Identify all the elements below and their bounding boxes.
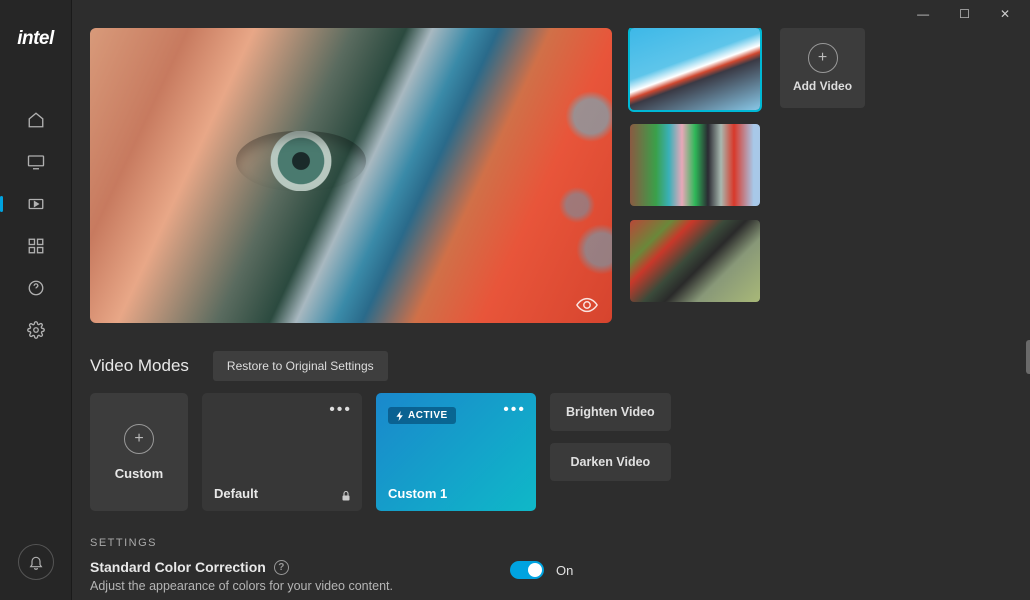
active-badge: ACTIVE: [388, 407, 456, 424]
lock-icon: [340, 489, 352, 503]
video-icon: [27, 195, 45, 213]
sidebar: intel: [0, 0, 72, 600]
main-area: — ☐ ✕ + Add Video Video Modes Rest: [72, 0, 1030, 600]
mode-custom-1[interactable]: ••• ACTIVE Custom 1: [376, 393, 536, 511]
nav-video[interactable]: [26, 194, 46, 214]
thumbnail-2[interactable]: [630, 124, 760, 206]
preview-graphic: [236, 131, 366, 191]
gear-icon: [27, 321, 45, 339]
window-maximize[interactable]: ☐: [959, 7, 970, 21]
restore-settings-button[interactable]: Restore to Original Settings: [213, 351, 388, 381]
mode-default-label: Default: [214, 486, 350, 501]
window-titlebar: — ☐ ✕: [72, 0, 1030, 28]
right-edge-handle[interactable]: [1026, 340, 1030, 374]
brighten-video-button[interactable]: Brighten Video: [550, 393, 671, 431]
notifications-button[interactable]: [18, 544, 54, 580]
nav-home[interactable]: [26, 110, 46, 130]
video-preview: [90, 28, 612, 323]
mode-custom-1-label: Custom 1: [388, 486, 524, 501]
mode-default[interactable]: ••• Default: [202, 393, 362, 511]
more-icon[interactable]: •••: [329, 401, 352, 419]
video-modes-title: Video Modes: [90, 356, 189, 376]
toggle-state-label: On: [556, 563, 573, 578]
intel-logo: intel: [17, 28, 54, 50]
color-correction-toggle[interactable]: [510, 561, 544, 579]
custom-mode-add[interactable]: + Custom: [90, 393, 188, 511]
darken-video-button[interactable]: Darken Video: [550, 443, 671, 481]
custom-mode-label: Custom: [115, 466, 163, 481]
add-video-button[interactable]: + Add Video: [780, 28, 865, 108]
plus-icon: +: [808, 43, 838, 73]
help-icon[interactable]: ?: [274, 560, 289, 575]
color-correction-title: Standard Color Correction ?: [90, 559, 470, 575]
color-correction-desc: Adjust the appearance of colors for your…: [90, 579, 470, 593]
nav-display[interactable]: [26, 152, 46, 172]
home-icon: [27, 111, 45, 129]
settings-heading: SETTINGS: [90, 537, 1012, 549]
monitor-icon: [27, 153, 45, 171]
window-minimize[interactable]: —: [917, 7, 929, 21]
thumbnail-1[interactable]: [630, 28, 760, 110]
grid-icon: [27, 237, 45, 255]
eye-icon[interactable]: [576, 297, 598, 313]
toggle-knob: [528, 563, 542, 577]
thumbnail-3[interactable]: [630, 220, 760, 302]
bolt-icon: [396, 411, 404, 421]
window-close[interactable]: ✕: [1000, 7, 1010, 21]
nav-list: [26, 110, 46, 340]
thumbnail-column: [630, 28, 760, 323]
help-icon: [27, 279, 45, 297]
nav-apps[interactable]: [26, 236, 46, 256]
nav-help[interactable]: [26, 278, 46, 298]
nav-settings[interactable]: [26, 320, 46, 340]
add-video-label: Add Video: [793, 79, 852, 93]
bell-icon: [28, 554, 44, 570]
plus-icon: +: [124, 424, 154, 454]
more-icon[interactable]: •••: [503, 401, 526, 419]
